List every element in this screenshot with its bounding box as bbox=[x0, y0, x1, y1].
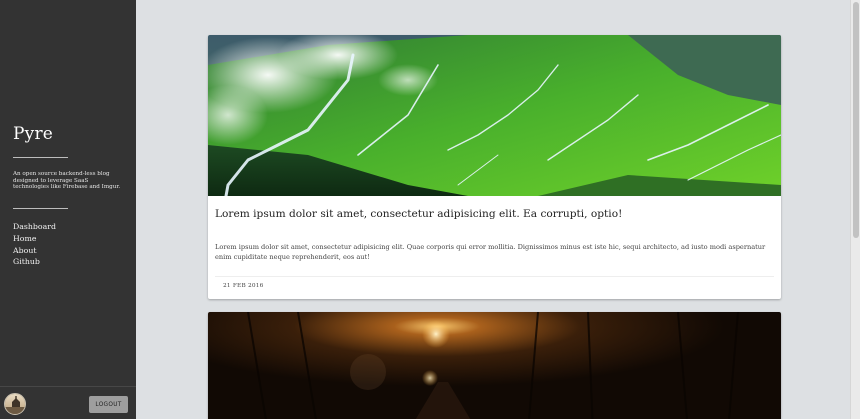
nav-home[interactable]: Home bbox=[13, 233, 56, 245]
sidebar: Pyre An open source backend-less blog de… bbox=[0, 0, 136, 419]
post-title[interactable]: Lorem ipsum dolor sit amet, consectetur … bbox=[215, 208, 775, 220]
avatar-image bbox=[5, 394, 25, 414]
avatar-icon[interactable] bbox=[4, 393, 26, 415]
blog-tagline: An open source backend-less blog designe… bbox=[13, 171, 121, 191]
nav-about[interactable]: About bbox=[13, 245, 56, 257]
post-image-night-forest-road[interactable] bbox=[208, 312, 781, 419]
scrollbar-thumb[interactable] bbox=[853, 2, 859, 238]
post-image-mountain-valley[interactable] bbox=[208, 35, 781, 196]
divider bbox=[13, 157, 68, 158]
divider bbox=[13, 208, 68, 209]
scrollbar[interactable] bbox=[850, 0, 860, 419]
sidebar-nav: Dashboard Home About Github bbox=[13, 221, 56, 268]
post-card[interactable] bbox=[208, 312, 781, 419]
blog-title[interactable]: Pyre bbox=[13, 124, 53, 144]
logout-button[interactable]: LOGOUT bbox=[89, 396, 128, 413]
sidebar-footer: LOGOUT bbox=[0, 386, 136, 419]
nav-github[interactable]: Github bbox=[13, 256, 56, 268]
post-excerpt: Lorem ipsum dolor sit amet, consectetur … bbox=[215, 243, 766, 262]
post-card[interactable]: Lorem ipsum dolor sit amet, consectetur … bbox=[208, 35, 781, 299]
post-divider bbox=[215, 276, 774, 277]
nav-dashboard[interactable]: Dashboard bbox=[13, 221, 56, 233]
post-date: 21 FEB 2016 bbox=[223, 283, 264, 289]
